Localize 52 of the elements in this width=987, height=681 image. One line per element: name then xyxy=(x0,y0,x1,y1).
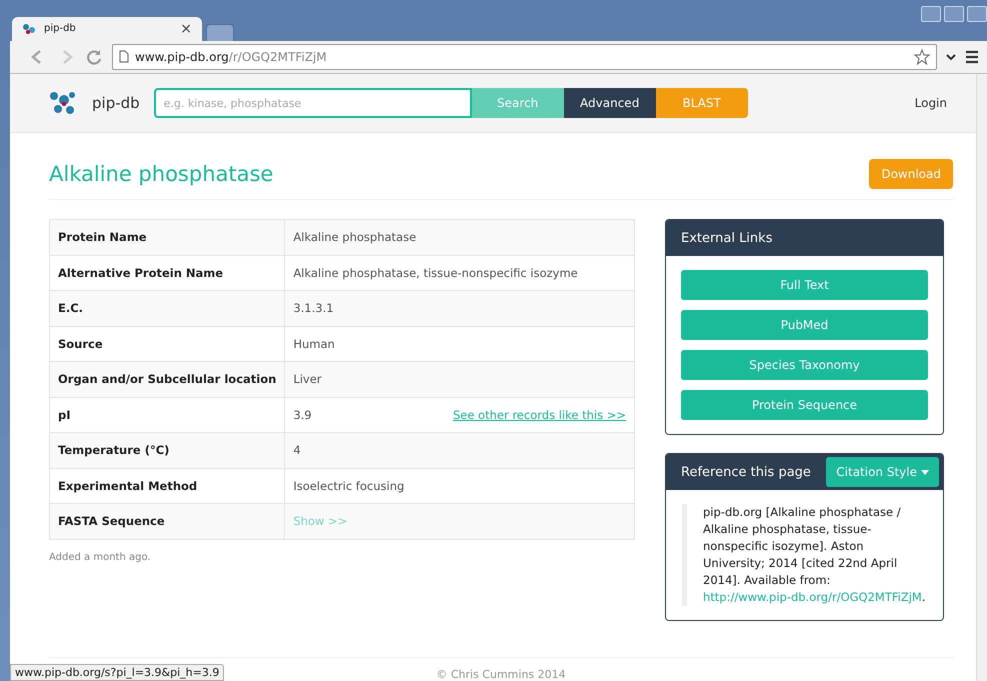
panel-title: External Links xyxy=(681,230,772,246)
show-link[interactable]: Show >> xyxy=(293,514,348,528)
nav-button[interactable]: BLAST xyxy=(656,88,748,118)
citation-text: pip-db.org [Alkaline phosphatase / Alkaline phosphatase, tissue-nonspecific isozyme]. Aston University; 2014 [cited 22nd April 2014]. Available from: http://www.pip-db.org/r/OGQ2MTFiZjM. xyxy=(703,504,926,606)
new-tab-button[interactable] xyxy=(206,24,234,41)
login-link[interactable]: Login xyxy=(914,96,947,110)
field-value: Alkaline phosphatase, tissue-nonspecific isozyme xyxy=(293,266,578,280)
tab-title: pip-db xyxy=(44,23,77,34)
citation-style-button[interactable]: Citation Style xyxy=(826,457,939,487)
url-host: www.pip-db.org xyxy=(135,50,229,64)
nav-button[interactable]: Advanced xyxy=(564,88,656,118)
field-value: 4 xyxy=(293,443,301,458)
field-label: Protein Name xyxy=(50,220,285,255)
external-link-button[interactable]: Full Text xyxy=(681,270,928,300)
external-link-button[interactable]: Protein Sequence xyxy=(681,390,928,420)
field-label: Temperature (°C) xyxy=(50,432,285,468)
external-link-button[interactable]: PubMed xyxy=(681,310,928,340)
url-path: /r/OGQ2MTFiZjM xyxy=(228,50,327,64)
address-bar[interactable]: www.pip-db.org/r/OGQ2MTFiZjM xyxy=(112,44,937,70)
maximize-button[interactable] xyxy=(944,6,964,22)
download-button[interactable]: Download xyxy=(869,159,953,189)
field-label: E.C. xyxy=(50,290,285,326)
caret-icon xyxy=(921,470,929,474)
field-value: Isoelectric focusing xyxy=(293,478,404,493)
molecule-icon xyxy=(22,22,36,35)
status-url: www.pip-db.org/s?pi_l=3.9&pi_h=3.9 xyxy=(10,664,224,681)
chevron-down-icon[interactable] xyxy=(945,52,957,62)
brand-name[interactable]: pip-db xyxy=(92,94,140,112)
field-value: 3.1.3.1 xyxy=(293,301,334,316)
panel-title: Reference this page xyxy=(681,464,811,480)
close-window-button[interactable] xyxy=(967,6,987,22)
similar-records-link[interactable]: See other records like this >> xyxy=(452,408,626,422)
close-tab-button[interactable]: × xyxy=(180,20,192,37)
page-icon xyxy=(119,50,129,64)
search-button[interactable]: Search xyxy=(472,88,564,118)
citation-link[interactable]: http://www.pip-db.org/r/OGQ2MTFiZjM xyxy=(703,590,922,604)
added-date: Added a month ago. xyxy=(49,552,152,562)
star-icon[interactable] xyxy=(914,48,930,65)
browser-tab[interactable]: pip-db × xyxy=(12,16,202,41)
external-link-button[interactable]: Species Taxonomy xyxy=(681,350,928,380)
field-value: Liver xyxy=(293,372,322,386)
menu-icon[interactable] xyxy=(965,50,979,64)
copyright-text: © Chris Cummins 2014 xyxy=(436,668,566,681)
molecule-logo-icon[interactable] xyxy=(48,90,78,116)
field-value: Human xyxy=(293,336,335,351)
field-value: 3.9 xyxy=(293,408,312,422)
minimize-button[interactable] xyxy=(921,6,941,22)
field-label: FASTA Sequence xyxy=(50,504,285,539)
field-value: Alkaline phosphatase xyxy=(293,230,416,244)
page-title: Alkaline phosphatase xyxy=(49,162,274,186)
search-field[interactable]: e.g. kinase, phosphatase xyxy=(154,88,472,118)
field-label: Organ and/or Subcellular location xyxy=(50,362,285,397)
